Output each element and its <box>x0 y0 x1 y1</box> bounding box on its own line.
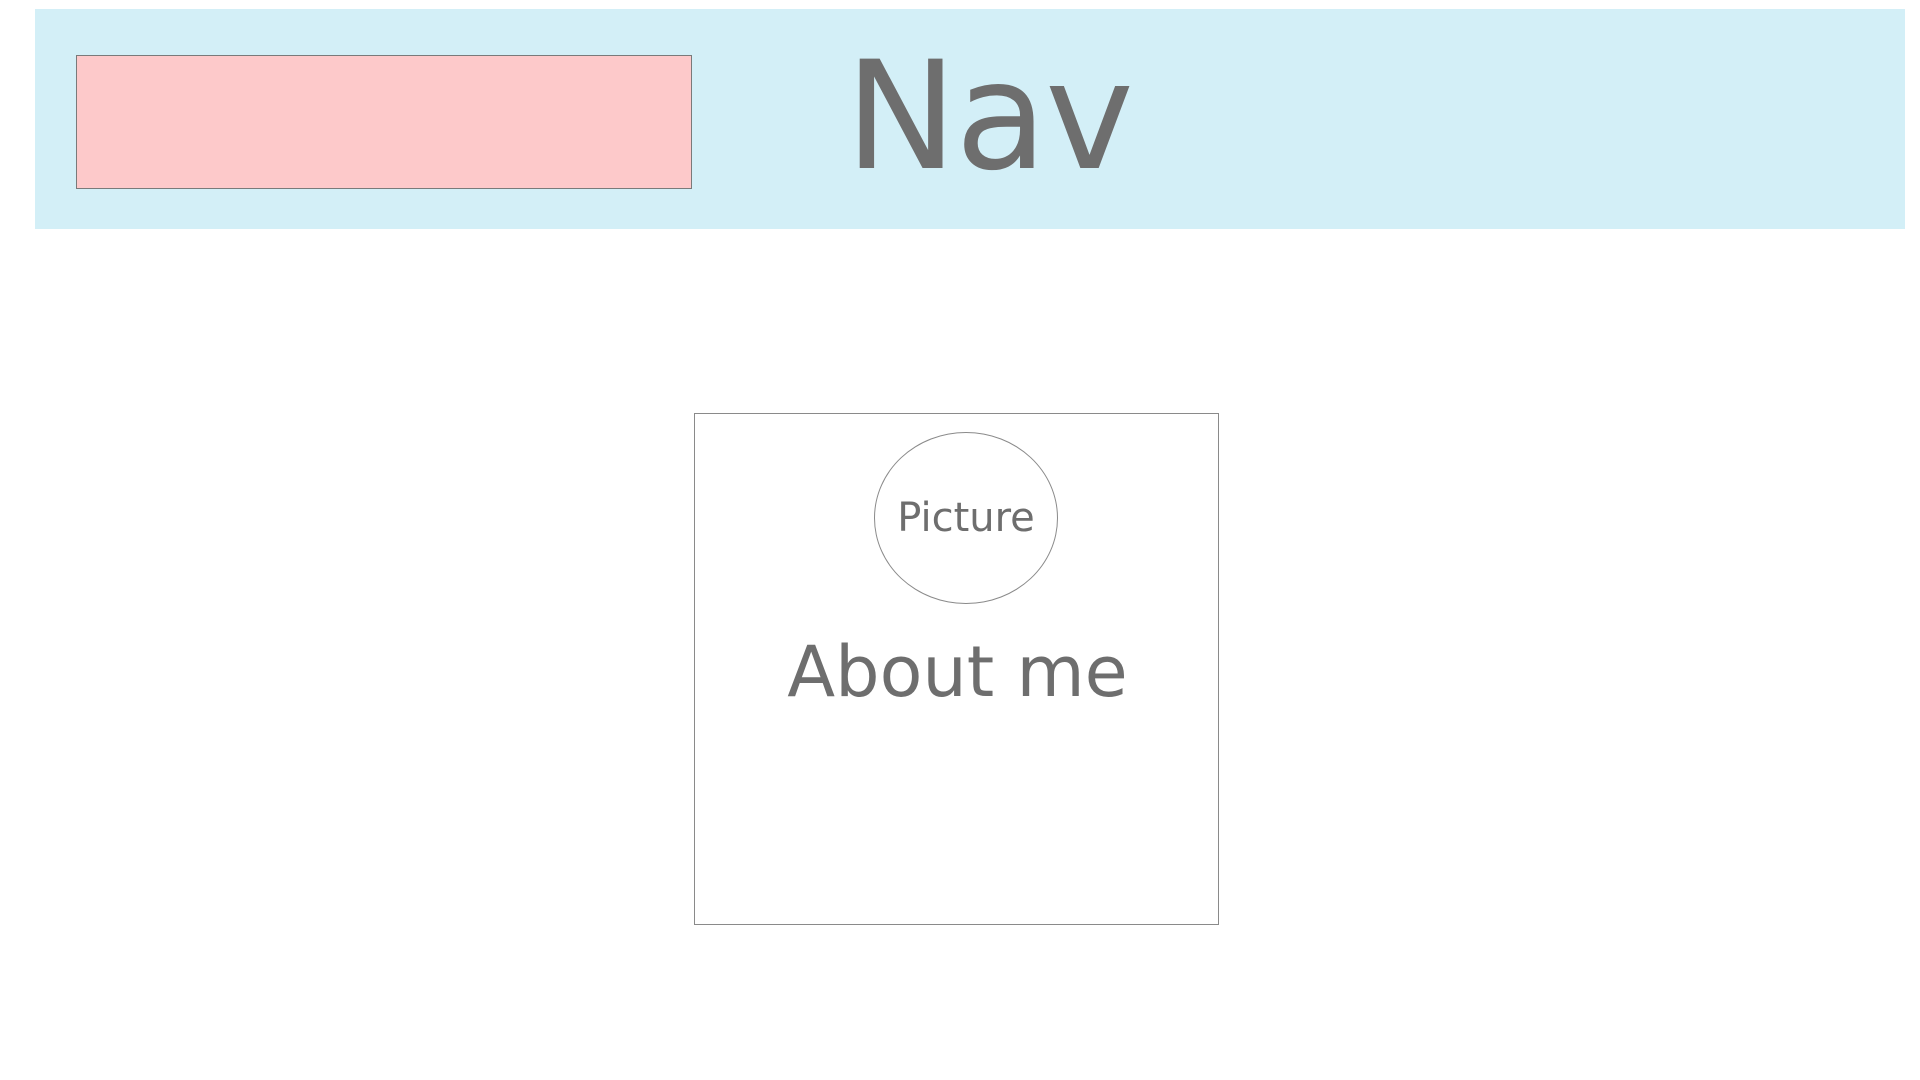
profile-picture: Picture <box>874 432 1058 604</box>
picture-label: Picture <box>897 495 1035 541</box>
nav-bar: Nav <box>35 9 1905 229</box>
nav-title: Nav <box>845 30 1134 204</box>
about-card: Picture About me <box>694 413 1219 925</box>
logo-placeholder[interactable] <box>76 55 692 189</box>
about-title: About me <box>787 631 1128 713</box>
wireframe-page: Nav Picture About me <box>0 0 1920 1080</box>
